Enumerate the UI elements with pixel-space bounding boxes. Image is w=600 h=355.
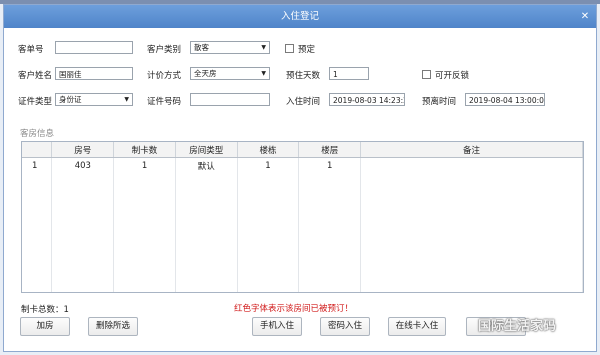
column-header-cards[interactable]: 制卡数	[113, 142, 176, 158]
customer-name-input[interactable]: 国丽佳	[55, 67, 133, 80]
delete-selected-button[interactable]: 删除所选	[88, 317, 138, 336]
pricing-value: 全天房	[194, 69, 217, 78]
dialog-titlebar: 入住登记 ✕	[4, 5, 596, 28]
reserve-label: 预定	[298, 45, 316, 55]
customer-type-select[interactable]: 散客 ▼	[190, 41, 270, 54]
reserved-warning: 红色字体表示该房间已被预订！	[234, 304, 354, 314]
id-type-label: 证件类型	[18, 97, 53, 107]
id-type-select[interactable]: 身份证 ▼	[55, 93, 133, 106]
checkout-time-label: 预离时间	[422, 97, 457, 107]
order-no-input[interactable]	[55, 41, 133, 54]
room-grid: 房号 制卡数 房间类型 楼栋 楼层 备注 1 403 1 默认 1 1	[21, 141, 584, 293]
stay-days-label: 预住天数	[286, 71, 321, 81]
cell-note[interactable]	[360, 157, 583, 173]
phone-checkin-button[interactable]: 手机入住	[252, 317, 302, 336]
reverse-lock-checkbox[interactable]	[422, 70, 431, 79]
id-no-input[interactable]	[190, 93, 270, 106]
stay-days-input[interactable]: 1	[329, 67, 369, 80]
cell-room-type[interactable]: 默认	[175, 157, 238, 173]
customer-name-label: 客户姓名	[18, 71, 53, 81]
column-header-room[interactable]: 房号	[51, 142, 115, 158]
reverse-lock-label: 可开反锁	[435, 71, 470, 81]
cell-cards[interactable]: 1	[113, 157, 176, 173]
cell-room[interactable]: 403	[51, 157, 115, 173]
id-no-label: 证件号码	[147, 97, 182, 107]
password-checkin-button[interactable]: 密码入住	[320, 317, 370, 336]
chevron-down-icon: ▼	[124, 96, 129, 103]
chevron-down-icon: ▼	[261, 44, 266, 51]
checkin-time-input[interactable]: 2019-08-03 14:23:23	[329, 93, 405, 106]
row-index: 1	[22, 157, 53, 173]
add-room-button[interactable]: 加房	[20, 317, 70, 336]
pricing-select[interactable]: 全天房 ▼	[190, 67, 270, 80]
dialog-title: 入住登记	[280, 11, 319, 22]
table-row[interactable]: 1 403 1 默认 1 1	[22, 157, 583, 173]
customer-type-value: 散客	[194, 43, 209, 52]
column-header-building[interactable]: 楼栋	[237, 142, 300, 158]
reserve-checkbox[interactable]	[285, 44, 294, 53]
cell-building[interactable]: 1	[237, 157, 300, 173]
column-header-index	[22, 142, 53, 158]
card-total: 制卡总数：1	[21, 305, 69, 315]
guest-info-title: 客房信息	[20, 129, 55, 139]
order-no-label: 客单号	[18, 45, 44, 55]
grid-header-row: 房号 制卡数 房间类型 楼栋 楼层 备注	[22, 142, 583, 158]
column-header-floor[interactable]: 楼层	[298, 142, 362, 158]
checkin-time-label: 入住时间	[286, 97, 321, 107]
chevron-down-icon: ▼	[261, 70, 266, 77]
column-header-note[interactable]: 备注	[360, 142, 583, 158]
online-card-checkin-button[interactable]: 在线卡入住	[388, 317, 446, 336]
customer-type-label: 客户类别	[147, 45, 182, 55]
close-icon[interactable]: ✕	[574, 5, 596, 28]
pricing-label: 计价方式	[147, 71, 182, 81]
grid-empty-area	[22, 173, 583, 292]
column-header-room-type[interactable]: 房间类型	[175, 142, 238, 158]
checkout-time-input[interactable]: 2019-08-04 13:00:00	[465, 93, 545, 106]
checkin-dialog: 入住登记 ✕ 客单号 客户类别 散客 ▼ 预定 客户姓名 国丽佳 计价方式 全天…	[3, 4, 597, 352]
watermark-logo: 国际生活家码	[478, 319, 557, 334]
cell-floor[interactable]: 1	[298, 157, 362, 173]
id-type-value: 身份证	[59, 95, 82, 104]
